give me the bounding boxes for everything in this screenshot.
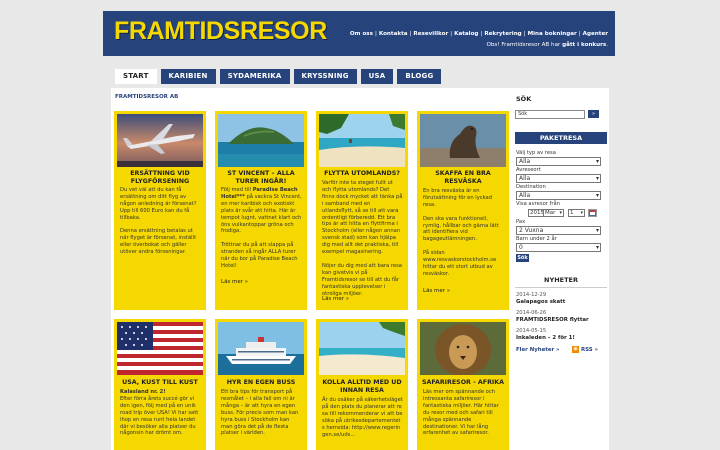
island-photo[interactable]	[218, 114, 304, 167]
usa-flag-photo[interactable]	[117, 322, 203, 375]
trip-type-label: Välj typ av resa	[516, 150, 556, 156]
news-divider	[515, 287, 607, 288]
news-date: 2014-12-29	[516, 292, 547, 298]
news-item[interactable]: Galapagos skatt	[516, 299, 565, 305]
tab-karibien[interactable]: KARIBIEN	[160, 69, 216, 84]
nav-agenter[interactable]: Agenter	[583, 31, 608, 37]
tab-sydamerika[interactable]: SYDAMERIKA	[219, 69, 290, 84]
date-label: Visa avresor från	[516, 201, 560, 207]
card-title[interactable]: ST VINCENT – ALLA TURER INGÅR!	[219, 170, 303, 185]
breadcrumb[interactable]: FRAMTIDSRESOR AB	[115, 94, 178, 100]
card-title[interactable]: SAFARIRESOR - AFRIKA	[421, 379, 505, 387]
calendar-icon[interactable]	[588, 209, 597, 217]
read-more-link[interactable]: Läs mer »	[221, 279, 248, 285]
news-item[interactable]: Inkaleden – 2 för 1!	[516, 335, 575, 341]
pax-label: Pax	[516, 219, 526, 225]
card-st-vincent[interactable]: ST VINCENT – ALLA TURER INGÅR! Följ med …	[215, 111, 307, 310]
card-text: Ett bra tips för transport på resmålet –…	[221, 389, 299, 437]
nav-mina-bokningar[interactable]: Mina bokningar	[528, 31, 577, 37]
airplane-photo[interactable]	[117, 114, 203, 167]
destination-select[interactable]: Alla	[516, 191, 601, 200]
nav-rekrytering[interactable]: Rekrytering	[484, 31, 521, 37]
nav-om-oss[interactable]: Om oss	[350, 31, 373, 37]
tab-blogg[interactable]: BLOGG	[397, 69, 442, 84]
rss-icon: ◉	[572, 346, 579, 353]
news-date: 2014-06-26	[516, 310, 547, 316]
top-navigation: Om oss | Kontakta | Resevillkor | Katalog | Rekr…	[349, 31, 608, 37]
card-title[interactable]: ERSÄTTNING VID FLYGFÖRSENING	[118, 170, 202, 185]
nav-kontakta[interactable]: Kontakta	[379, 31, 408, 37]
card-text: Följ med till Paradise Beach Hotel*** på…	[221, 187, 302, 269]
search-button[interactable]: »	[588, 110, 599, 118]
read-more-link[interactable]: Läs mer »	[423, 288, 450, 294]
month-select[interactable]: Mar	[543, 209, 564, 217]
card-text: Du vet väl att du kan få ersättning om d…	[120, 187, 197, 256]
card-hyr-buss[interactable]: HYR EN EGEN BUSS Ett bra tips för transp…	[215, 319, 307, 450]
site-header: FRAMTIDSRESOR Om oss | Kontakta | Resevillko…	[103, 11, 615, 56]
tab-kryssning[interactable]: KRYSSNING	[293, 69, 357, 84]
rss-link[interactable]: ◉ RSS »	[572, 346, 598, 353]
card-safari[interactable]: SAFARIRESOR - AFRIKA Läs mer om spännand…	[417, 319, 509, 450]
main-tabs: START KARIBIEN SYDAMERIKA KRYSSNING USA …	[115, 69, 442, 84]
card-title[interactable]: SKAFFA EN BRA RESVÄSKA	[421, 170, 505, 185]
lion-photo[interactable]	[420, 322, 506, 375]
nav-katalog[interactable]: Katalog	[454, 31, 478, 37]
card-ud[interactable]: KOLLA ALLTID MED UD INNAN RESA Är du osä…	[316, 319, 408, 450]
cruise-ship-photo[interactable]	[218, 322, 304, 375]
news-date: 2014-05-15	[516, 328, 547, 334]
card-text: En bra resväska är en förutsättning för …	[423, 188, 499, 277]
card-text: Är du osäker på säkerhetsläget på den pl…	[322, 397, 403, 438]
beach-photo[interactable]	[319, 114, 405, 167]
card-flytta-utomlands[interactable]: FLYTTA UTOMLANDS? Varför inte ta steget …	[316, 111, 408, 310]
children-select[interactable]: 0	[516, 243, 601, 252]
bankruptcy-notice: Obs! Framtidsresor AB har gått i konkurs…	[486, 42, 608, 48]
search-title: SÖK	[516, 95, 532, 103]
nav-resevillkor[interactable]: Resevillkor	[413, 31, 448, 37]
card-resvaska[interactable]: SKAFFA EN BRA RESVÄSKA En bra resväska ä…	[417, 111, 509, 310]
departure-label: Avreseort	[516, 167, 541, 173]
more-news-link[interactable]: Fler Nyheter »	[516, 347, 560, 353]
card-usa[interactable]: USA, KUST TILL KUST Kalasland nr. 2! Eft…	[114, 319, 206, 450]
tab-usa[interactable]: USA	[360, 69, 394, 84]
news-item[interactable]: FRAMTIDSRESOR flyttar	[516, 317, 589, 323]
pax-select[interactable]: 2 Vuxna	[516, 226, 601, 235]
trip-type-select[interactable]: Alla	[516, 157, 601, 166]
departure-select[interactable]: Alla	[516, 174, 601, 183]
card-text: Kalasland nr. 2! Efter förra årets succé…	[120, 389, 199, 437]
beach-palm-photo[interactable]	[319, 322, 405, 375]
paketresa-title: PAKETRESA	[515, 132, 607, 144]
card-text: Läs mer om spännande och intressanta saf…	[423, 389, 499, 437]
card-title[interactable]: USA, KUST TILL KUST	[118, 379, 202, 387]
search-input[interactable]: Sök	[515, 110, 585, 119]
children-label: Barn under 2 år	[516, 236, 557, 242]
card-title[interactable]: FLYTTA UTOMLANDS?	[320, 170, 404, 178]
card-title[interactable]: HYR EN EGEN BUSS	[219, 379, 303, 387]
submit-search-button[interactable]: Sök	[516, 254, 529, 262]
news-title: NYHETER	[544, 276, 578, 284]
site-logo[interactable]: FRAMTIDSRESOR	[114, 17, 327, 45]
day-select[interactable]: 1	[568, 209, 585, 217]
read-more-link[interactable]: Läs mer »	[322, 296, 349, 302]
sealion-photo[interactable]	[420, 114, 506, 167]
destination-label: Destination	[516, 184, 546, 190]
card-flygforsening[interactable]: ERSÄTTNING VID FLYGFÖRSENING Du vet väl …	[114, 111, 206, 310]
card-title[interactable]: KOLLA ALLTID MED UD INNAN RESA	[320, 379, 404, 394]
card-text: Varför inte ta steget fullt ut och flytt…	[322, 180, 403, 297]
tab-start[interactable]: START	[115, 69, 157, 84]
